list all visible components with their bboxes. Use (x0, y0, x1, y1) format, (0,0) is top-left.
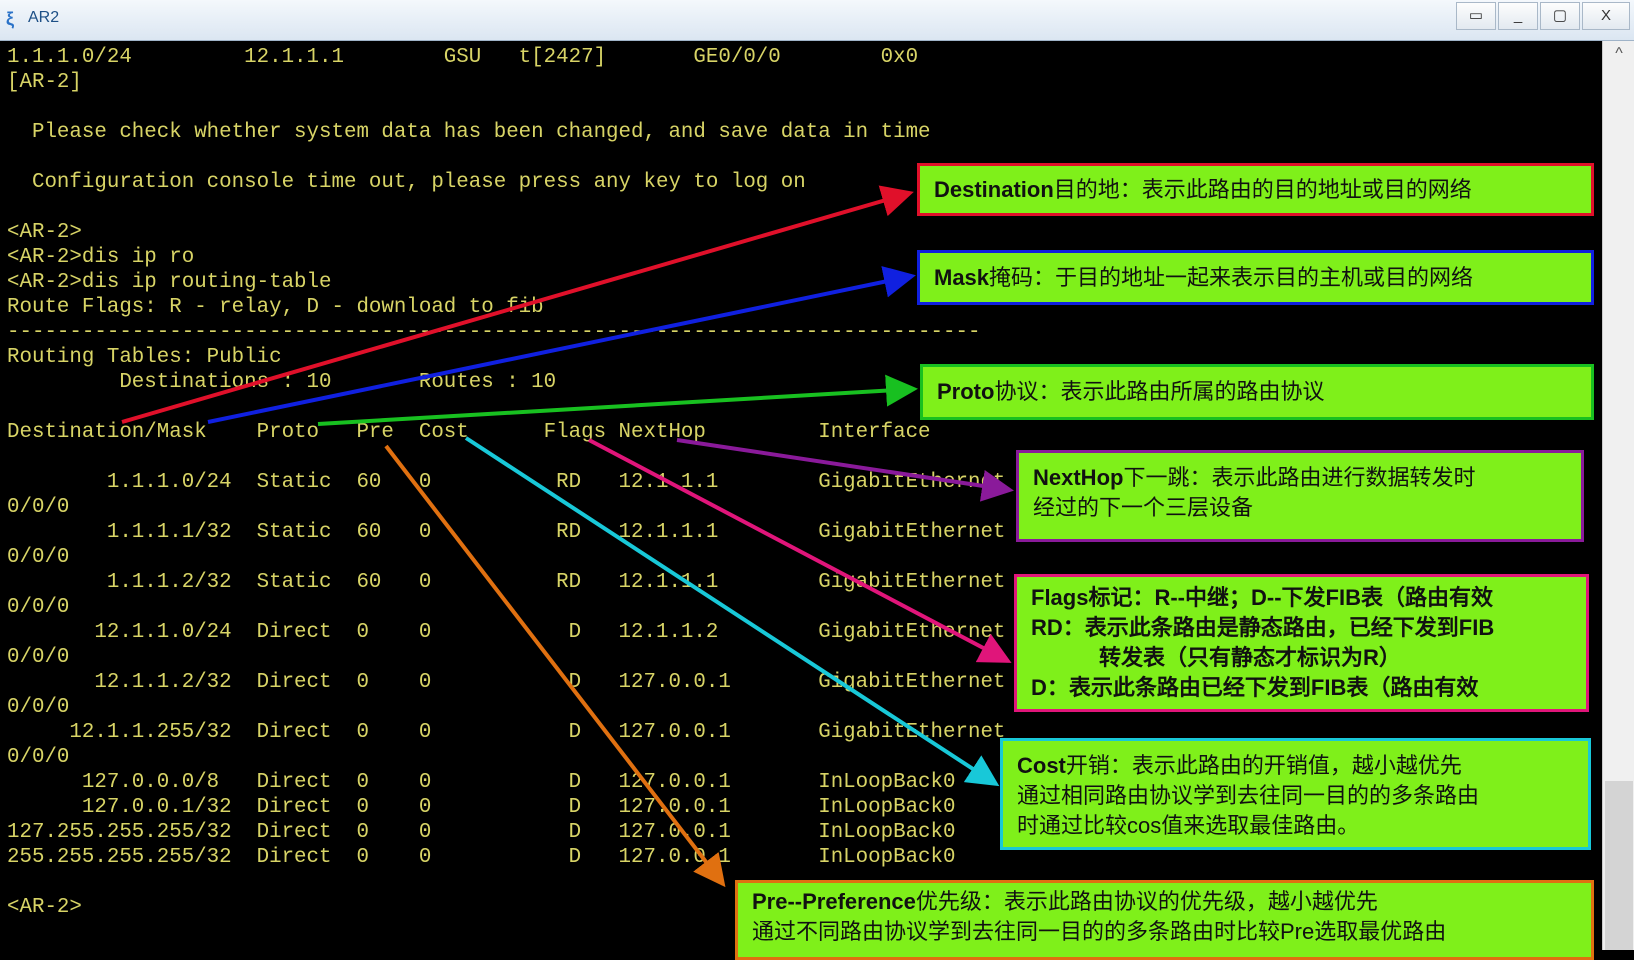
annotation-pre: Pre--Preference优先级：表示此路由协议的优先级，越小越优先 通过不… (735, 880, 1594, 960)
annotation-text: 目的地：表示此路由的目的地址或目的网络 (1053, 177, 1472, 202)
annotation-text: 通过不同路由协议学到去往同一目的的多条路由时比较Pre选取最优路由 (752, 919, 1447, 944)
annotation-text: 优先级：表示此路由协议的优先级，越小越优先 (915, 889, 1378, 914)
arrow-destination (121, 185, 914, 424)
arrow-proto (317, 374, 918, 426)
annotation-destination: Destination目的地：表示此路由的目的地址或目的网络 (917, 163, 1594, 216)
annotation-key: Proto (937, 379, 995, 404)
annotation-text: D：表示此条路由已经下发到FIB表（路由有效 (1031, 675, 1479, 700)
arrow-flags (588, 438, 1012, 663)
annotation-mask: Mask掩码：于目的地址一起来表示目的主机或目的网络 (917, 250, 1594, 305)
annotation-key: NextHop (1033, 465, 1124, 490)
annotation-text: 掩码：于目的地址一起来表示目的主机或目的网络 (989, 265, 1474, 290)
annotation-text: 经过的下一个三层设备 (1033, 495, 1254, 520)
annotation-cost: Cost开销：表示此路由的开销值，越小越优先 通过相同路由协议学到去往同一目的的… (1000, 738, 1591, 850)
annotation-nexthop: NextHop下一跳：表示此路由进行数据转发时 经过的下一个三层设备 (1016, 450, 1584, 542)
annotation-text: 通过相同路由协议学到去往同一目的的多条路由 (1017, 783, 1480, 808)
annotation-key: Cost (1017, 753, 1066, 778)
annotation-text: 转发表（只有静态才标识为R） (1099, 645, 1401, 670)
arrow-pre (384, 444, 726, 888)
arrow-nexthop (676, 438, 1014, 502)
annotation-text: Flags标记：R--中继；D--下发FIB表（路由有效 (1031, 585, 1493, 610)
annotation-key: Pre--Preference (752, 889, 916, 914)
annotation-text: 协议：表示此路由所属的路由协议 (994, 379, 1325, 404)
annotation-key: Mask (934, 265, 990, 290)
annotation-text: 开销：表示此路由的开销值，越小越优先 (1065, 753, 1462, 778)
annotation-key: Destination (934, 177, 1054, 202)
annotation-text: RD：表示此条路由是静态路由，已经下发到FIB (1031, 615, 1495, 640)
annotation-text: 下一跳：表示此路由进行数据转发时 (1123, 465, 1476, 490)
arrow-mask (207, 266, 916, 424)
annotation-flags: Flags标记：R--中继；D--下发FIB表（路由有效 RD：表示此条路由是静… (1014, 574, 1589, 712)
annotation-text: 时通过比较cos值来选取最佳路由。 (1017, 813, 1360, 838)
annotation-proto: Proto协议：表示此路由所属的路由协议 (920, 364, 1594, 420)
